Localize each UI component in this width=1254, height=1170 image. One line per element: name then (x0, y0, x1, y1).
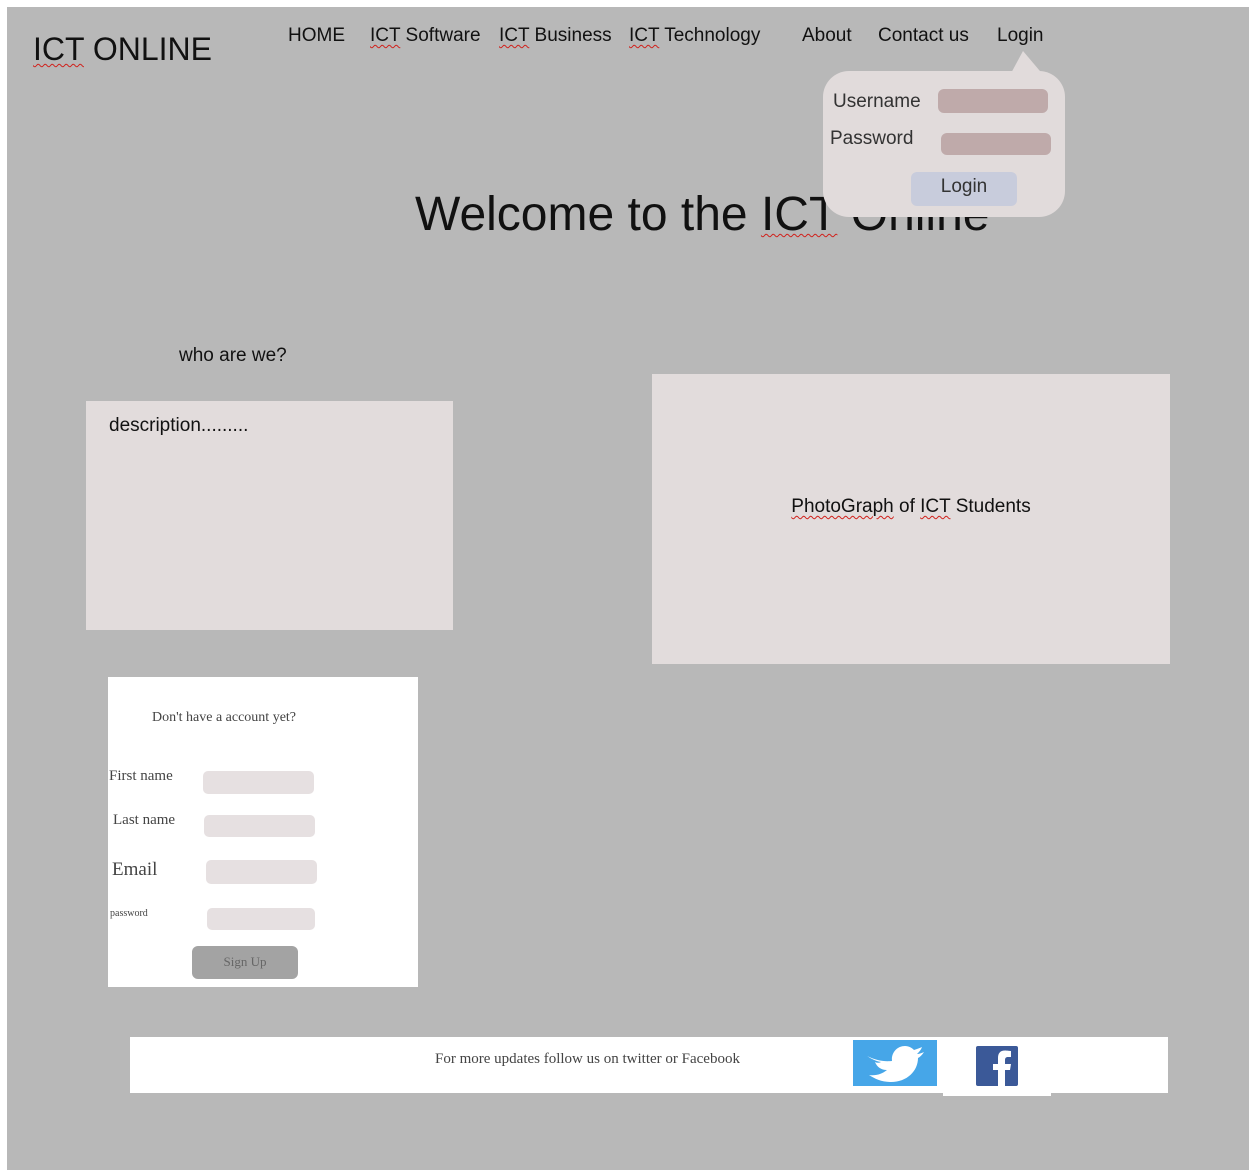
nav-login[interactable]: Login (997, 25, 1044, 47)
nav-ict-software[interactable]: ICT Software (370, 25, 481, 47)
nav-ict-software-suffix: Software (400, 25, 481, 46)
first-name-input[interactable] (203, 771, 314, 794)
password-label: Password (830, 128, 914, 149)
photo-caption: PhotoGraph of ICT Students (652, 496, 1170, 518)
nav-home[interactable]: HOME (288, 25, 345, 47)
nav-ict-technology-prefix: ICT (629, 25, 660, 46)
site-logo[interactable]: ICT ONLINE (33, 31, 212, 68)
description-text: description......... (109, 415, 249, 436)
password-input[interactable] (941, 133, 1051, 155)
footer-bar: For more updates follow us on twitter or… (130, 1037, 1168, 1096)
login-button[interactable]: Login (911, 172, 1017, 206)
photo-caption-students: Students (950, 496, 1031, 517)
twitter-bird-icon-graphic (867, 1046, 924, 1082)
photo-caption-of: of (893, 496, 921, 517)
nav-contact-us[interactable]: Contact us (878, 25, 969, 47)
footer-follow-text: For more updates follow us on twitter or… (435, 1051, 740, 1067)
sign-up-button[interactable]: Sign Up (192, 946, 298, 979)
username-label: Username (833, 91, 921, 112)
signup-password-label: password (110, 908, 148, 919)
first-name-label: First name (109, 768, 173, 784)
photo-caption-photograph: PhotoGraph (791, 496, 894, 517)
logo-online-text: ONLINE (83, 31, 212, 67)
email-label: Email (112, 859, 158, 880)
nav-ict-business-prefix: ICT (499, 25, 530, 46)
facebook-underline (943, 1093, 1051, 1096)
username-input[interactable] (938, 89, 1048, 113)
nav-ict-technology[interactable]: ICT Technology (629, 25, 760, 47)
who-are-we-heading: who are we? (179, 345, 287, 366)
photo-caption-ict: ICT (920, 496, 951, 517)
description-panel: description......... (86, 401, 453, 630)
nav-ict-software-prefix: ICT (370, 25, 401, 46)
signup-title: Don't have a account yet? (152, 710, 297, 725)
last-name-label: Last name (113, 812, 176, 828)
welcome-prefix: Welcome to the (415, 188, 761, 241)
page-canvas: ICT ONLINE HOME ICT Software ICT Busines… (7, 7, 1249, 1170)
last-name-input[interactable] (204, 815, 315, 837)
nav-about[interactable]: About (802, 25, 852, 47)
students-photo-placeholder: PhotoGraph of ICT Students (652, 374, 1170, 664)
logo-ict-text: ICT (33, 31, 84, 67)
nav-ict-business-suffix: Business (529, 25, 612, 46)
nav-ict-business[interactable]: ICT Business (499, 25, 612, 47)
facebook-f-icon-graphic (976, 1046, 1018, 1086)
email-input[interactable] (206, 860, 317, 884)
twitter-bird-icon[interactable] (853, 1040, 937, 1086)
nav-ict-technology-suffix: Technology (659, 25, 761, 46)
signup-card: Don't have a account yet? First name Las… (108, 677, 418, 987)
signup-password-input[interactable] (207, 908, 315, 930)
facebook-f-icon[interactable] (976, 1046, 1018, 1086)
